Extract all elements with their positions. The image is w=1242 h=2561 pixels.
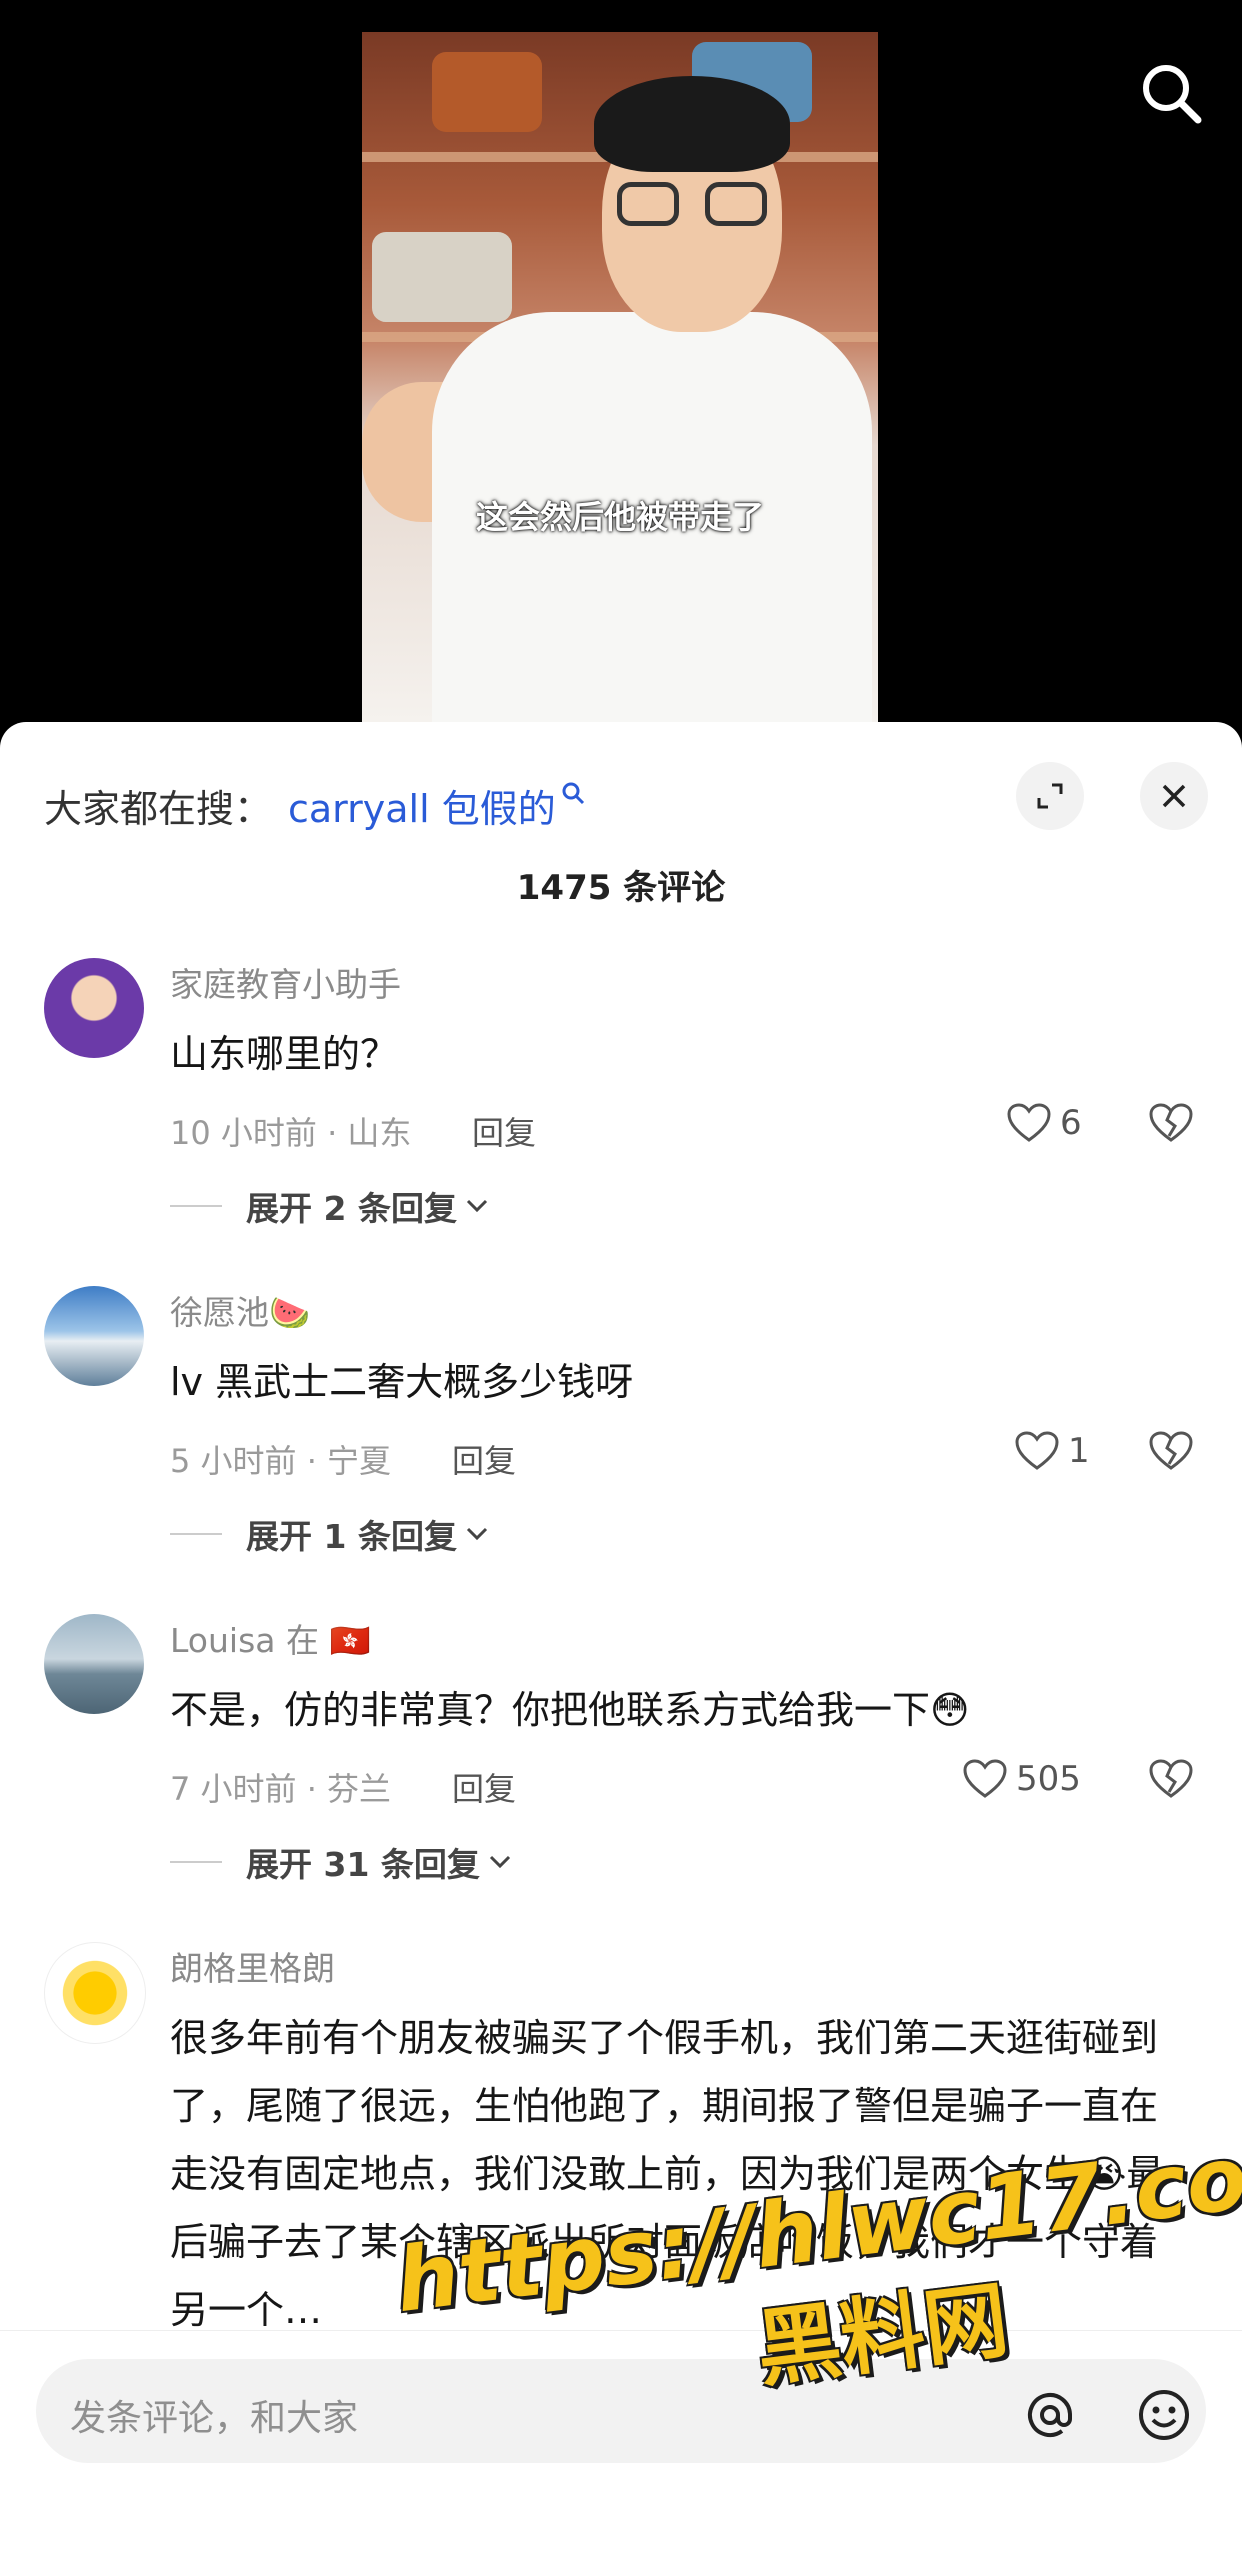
handbag <box>372 232 512 322</box>
expand-replies-button[interactable]: 展开 1 条回复 <box>170 1510 489 1558</box>
comment-text: 山东哪里的？ <box>170 1032 399 1076</box>
chevron-down-icon <box>466 1527 488 1541</box>
reply-button[interactable]: 回复 <box>472 1108 536 1154</box>
dislike-icon[interactable] <box>1148 1430 1194 1472</box>
like-count: 6 <box>1060 1103 1082 1143</box>
comment-username[interactable]: 朗格里格朗 <box>170 1942 335 1990</box>
video-player[interactable]: 这会然后他被带走了 <box>0 0 1242 722</box>
avatar[interactable] <box>44 1942 146 2044</box>
comment-count: 1475 条评论 <box>516 868 726 908</box>
like-button[interactable]: 505 <box>962 1758 1081 1800</box>
like-button[interactable]: 6 <box>1006 1102 1082 1144</box>
like-button[interactable]: 1 <box>1014 1430 1090 1472</box>
expand-button[interactable] <box>1016 762 1084 830</box>
chevron-down-icon <box>466 1199 488 1213</box>
like-count: 505 <box>1016 1759 1081 1799</box>
reply-button[interactable]: 回复 <box>452 1764 516 1810</box>
dislike-icon[interactable] <box>1148 1758 1194 1800</box>
comment-text: 不是，仿的非常真？你把他联系方式给我一下😳 <box>170 1688 970 1732</box>
expand-replies-button[interactable]: 展开 31 条回复 <box>170 1838 512 1886</box>
glasses <box>617 182 767 228</box>
video-frame[interactable]: 这会然后他被带走了 <box>362 32 878 722</box>
comment-time-location: 10 小时前 · 山东 <box>170 1114 412 1152</box>
trending-label: 大家都在搜： <box>44 787 273 831</box>
avatar[interactable] <box>44 958 144 1058</box>
close-icon <box>1162 784 1186 808</box>
reply-button[interactable]: 回复 <box>452 1436 516 1482</box>
comment-time-location: 7 小时前 · 芬兰 <box>170 1770 392 1808</box>
dislike-icon[interactable] <box>1148 1102 1194 1144</box>
comment-input-placeholder: 发条评论，和大家 <box>70 2398 359 2439</box>
avatar[interactable] <box>44 1286 144 1386</box>
search-icon <box>562 782 585 805</box>
close-button[interactable] <box>1140 762 1208 830</box>
comment-username[interactable]: 家庭教育小助手 <box>170 958 401 1006</box>
comment-username[interactable]: Louisa 在 🇭🇰 <box>170 1614 371 1662</box>
video-caption: 这会然后他被带走了 <box>475 498 764 536</box>
handbag <box>432 52 542 132</box>
comment-text: lv 黑武士二奢大概多少钱呀 <box>170 1360 634 1404</box>
comment-header: 大家都在搜： carryall 包假的 <box>0 762 1242 836</box>
chevron-down-icon <box>489 1855 510 1869</box>
expand-icon <box>1037 783 1063 809</box>
avatar[interactable] <box>44 1614 144 1714</box>
heart-icon <box>1015 1431 1059 1470</box>
search-icon[interactable] <box>1136 58 1206 128</box>
heart-icon <box>1007 1103 1051 1142</box>
comment-time-location: 5 小时前 · 宁夏 <box>170 1442 392 1480</box>
trending-search-link[interactable]: carryall 包假的 <box>288 778 556 833</box>
heart-icon <box>963 1759 1007 1798</box>
person-hair <box>594 76 790 172</box>
comment-username[interactable]: 徐愿池🍉 <box>170 1286 310 1334</box>
like-count: 1 <box>1068 1431 1090 1471</box>
expand-replies-button[interactable]: 展开 2 条回复 <box>170 1182 489 1230</box>
